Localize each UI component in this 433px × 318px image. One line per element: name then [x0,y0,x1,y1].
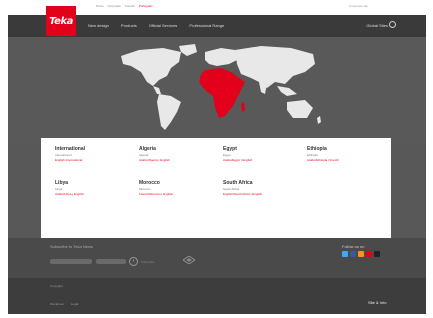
nav-item-products[interactable]: Products [121,23,137,28]
map-india [259,82,267,94]
country-name: Egypt [223,146,237,152]
country-name: South Africa [223,180,253,186]
newsletter-name-field[interactable] [50,259,92,264]
nav-item-professional-range[interactable]: Professional Range [189,23,224,28]
nav-item-new-design[interactable]: New design [88,23,109,28]
country-language-links[interactable]: Arabic/Egypt | English [223,158,303,162]
side-panel-left [8,138,41,238]
country-local-name: International [55,153,72,157]
country-ethiopia[interactable]: Ethiopia Ethiopia Arabic/Ethiopia | Fren… [307,146,387,162]
country-name: Libya [55,180,69,186]
footer-links: Disclaimer Legal [50,302,84,306]
youtube-icon[interactable] [366,251,372,257]
copyright-label: Copyright [50,284,63,288]
twitter-icon[interactable] [342,251,348,257]
country-language-links[interactable]: Arabic/Libya | English [55,192,135,196]
country-local-name: Libya [55,187,63,191]
logo-text: Teka [49,15,73,27]
map-new-zealand [317,116,321,124]
country-libya[interactable]: Libya Libya Arabic/Libya | English [55,180,135,196]
countries-panel: International International English Inte… [41,138,391,238]
country-egypt[interactable]: Egypt Egypt Arabic/Egypt | English [223,146,303,162]
top-links: Press Corporate Contact Português [96,4,156,8]
nav-items: New design Products Official Services Pr… [88,23,224,28]
country-international[interactable]: International International English Inte… [55,146,135,162]
footer-bottom: Copyright Disclaimer Legal Site & Info [8,278,426,314]
top-link-contact[interactable]: Contact [125,4,135,8]
map-north-america [121,48,181,86]
newsletter-label: Subscribe to Teka News [50,244,93,249]
newsletter-email-field[interactable] [96,259,126,264]
search-icon[interactable] [389,21,396,28]
country-language-links[interactable]: Arabic/Algeria | English [139,158,219,162]
map-africa [199,68,245,118]
country-name: Algeria [139,146,156,152]
site-info-link[interactable]: Site & Info [368,300,386,305]
country-language-links[interactable]: French/Morocco | English [139,192,219,196]
flickr-icon[interactable] [374,251,380,257]
footer-newsletter: Subscribe to Teka News › Subscribe Follo… [8,238,426,278]
country-name: Morocco [139,180,160,186]
map-southeast-asia [277,86,297,96]
social-icons [342,251,380,257]
country-language-links[interactable]: Arabic/Ethiopia | French [307,158,387,162]
top-link-language[interactable]: Português [139,4,153,8]
country-local-name: Ethiopia [307,153,318,157]
country-south-africa[interactable]: South Africa South Africa English/South … [223,180,303,196]
country-local-name: Morocco [139,187,151,191]
page: Press Corporate Contact Português Corpor… [0,0,433,318]
rss-icon[interactable] [358,251,364,257]
top-link-press[interactable]: Press [96,4,104,8]
subscribe-link[interactable]: Subscribe [141,260,154,264]
map-central-america [153,86,161,94]
nav-item-official-services[interactable]: Official Services [149,23,178,28]
footer-link-legal[interactable]: Legal [71,302,78,306]
facebook-icon[interactable] [350,251,356,257]
map-madagascar [241,102,245,112]
country-language-links[interactable]: English International [55,158,135,162]
follow-us-label: Follow us on [342,244,365,249]
map-greenland [179,44,197,56]
country-local-name: Egypt [223,153,231,157]
country-local-name: South Africa [223,187,240,191]
global-sites-link[interactable]: Global Sites [366,23,388,28]
map-area [8,37,426,138]
arrow-icon[interactable]: › [129,257,138,266]
top-right-link[interactable]: Corporate site [349,4,368,8]
side-panel-right [391,138,426,238]
country-name: International [55,146,86,152]
country-language-links[interactable]: English/South Africa | English [223,192,303,196]
map-south-america [157,94,181,130]
country-morocco[interactable]: Morocco Morocco French/Morocco | English [139,180,219,196]
diamond-icon [183,256,195,264]
map-asia [235,46,315,88]
country-local-name: Algeria [139,153,149,157]
map-australia [287,100,313,118]
country-algeria[interactable]: Algeria Algeria Arabic/Algeria | English [139,146,219,162]
country-name: Ethiopia [307,146,327,152]
world-map [121,44,321,130]
map-europe [205,48,237,66]
top-link-corporate[interactable]: Corporate [108,4,121,8]
teka-logo[interactable]: Teka [46,6,76,36]
footer-link-disclaimer[interactable]: Disclaimer [50,302,64,306]
